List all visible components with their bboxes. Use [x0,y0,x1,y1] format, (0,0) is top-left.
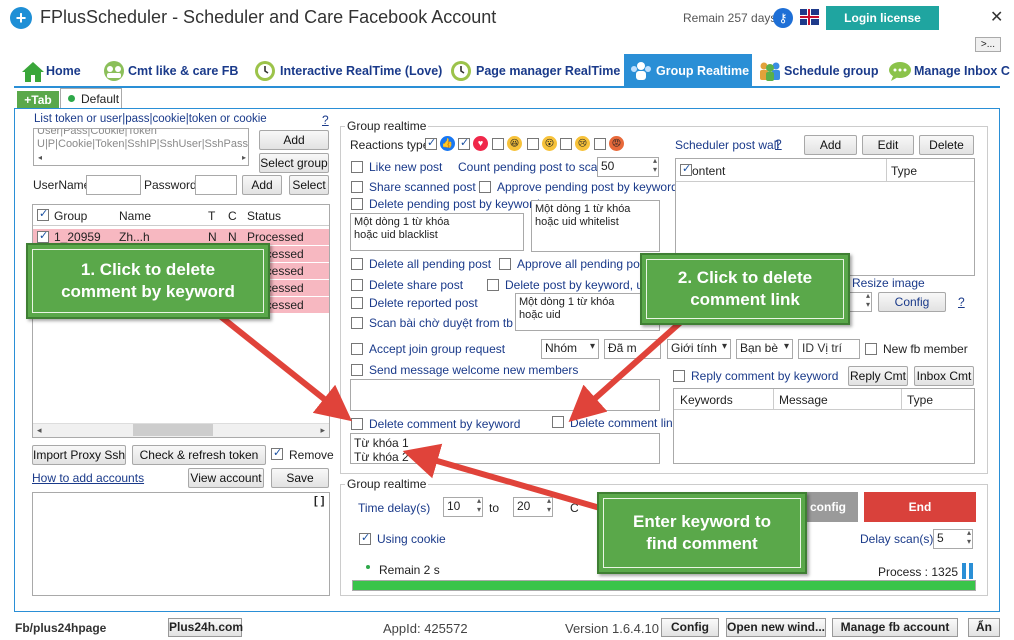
arrow-3 [402,443,601,511]
callout-delete-link: 2. Click to delete comment link [640,253,850,325]
callout-delete-keyword: 1. Click to delete comment by keyword [26,243,270,319]
callout-enter-keyword: Enter keyword to find comment [597,492,807,574]
annotation-arrows [198,297,702,511]
